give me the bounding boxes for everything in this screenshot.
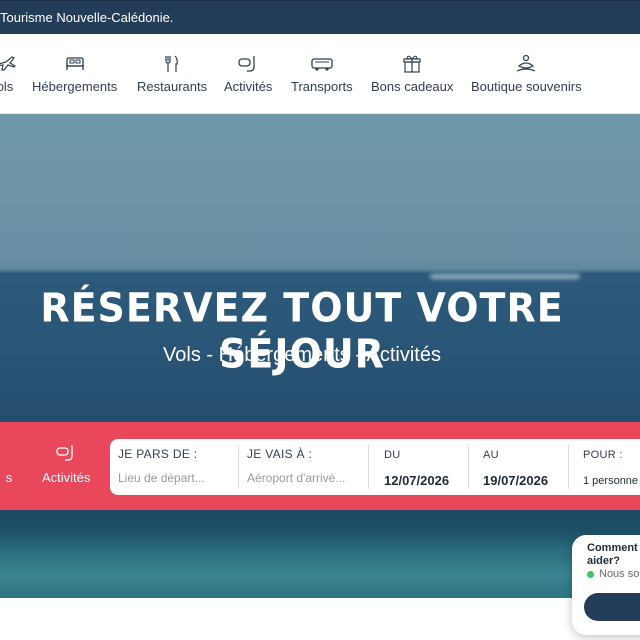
cutlery-icon xyxy=(165,55,178,72)
top-bar: Tourisme Nouvelle-Calédonie. xyxy=(0,0,640,34)
field-divider xyxy=(468,445,469,489)
chat-status: Nous so xyxy=(587,568,639,580)
field-divider xyxy=(238,445,239,489)
pax-select[interactable]: POUR : 1 personne › xyxy=(583,439,640,495)
nav-item-bons-cadeaux[interactable]: Bons cadeaux xyxy=(371,54,453,96)
chat-open-button[interactable] xyxy=(584,593,640,621)
date-to-value: 19/07/2026 xyxy=(483,473,549,488)
departure-input[interactable] xyxy=(118,471,230,485)
date-from-value: 12/07/2026 xyxy=(384,473,450,488)
bus-icon xyxy=(311,58,333,71)
nav-label: ols xyxy=(0,79,14,94)
field-label: JE PARS DE : xyxy=(118,447,198,461)
nav-label: Hébergements xyxy=(32,79,118,94)
nav-item-boutique-souvenirs[interactable]: Boutique souvenirs xyxy=(471,54,582,96)
field-label: DU xyxy=(384,449,401,461)
arrival-input[interactable] xyxy=(247,471,359,485)
nav-item-activites[interactable]: Activités xyxy=(224,54,272,96)
search-tab-label: Activités xyxy=(42,470,91,485)
date-to-field[interactable]: AU 19/07/2026 xyxy=(483,439,573,495)
main-nav: ols Hébergements Restaurants Activités T… xyxy=(0,34,640,114)
chat-title: Comment aider? xyxy=(587,542,638,567)
chat-status-text: Nous so xyxy=(599,568,640,580)
chat-widget[interactable]: Comment aider? Nous so xyxy=(572,535,640,635)
field-label: POUR : xyxy=(583,449,623,461)
plane-icon xyxy=(0,56,16,71)
field-divider xyxy=(568,445,569,489)
field-label: JE VAIS À : xyxy=(247,447,313,461)
nav-label: Restaurants xyxy=(137,79,208,94)
date-from-field[interactable]: DU 12/07/2026 xyxy=(384,439,474,495)
field-from: JE PARS DE : xyxy=(118,439,238,495)
pax-value: 1 personne › xyxy=(583,475,640,487)
nav-label: Activités xyxy=(224,79,273,94)
top-bar-text: Tourisme Nouvelle-Calédonie. xyxy=(0,10,174,25)
search-tab-label: s xyxy=(5,470,13,485)
nav-item-vols[interactable]: ols xyxy=(0,54,16,96)
online-dot-icon xyxy=(587,570,594,578)
snorkel-icon xyxy=(238,56,255,72)
nav-item-hebergements[interactable]: Hébergements xyxy=(32,54,117,96)
souvenir-icon xyxy=(517,54,536,72)
hero-subtitle: Vols - Hébergements - Activités xyxy=(163,344,441,366)
search-tab-activites[interactable]: Activités xyxy=(42,444,90,485)
nav-label: Bons cadeaux xyxy=(371,79,454,94)
nav-item-restaurants[interactable]: Restaurants xyxy=(137,54,207,96)
nav-item-transports[interactable]: Transports xyxy=(291,54,353,96)
hero-banner: RÉSERVEZ TOUT VOTRE SÉJOUR Vols - Héberg… xyxy=(0,114,640,598)
nav-label: Boutique souvenirs xyxy=(471,79,582,94)
field-label: AU xyxy=(483,449,499,461)
search-tab-previous[interactable]: s xyxy=(0,444,20,485)
bed-icon xyxy=(65,57,84,70)
field-divider xyxy=(368,445,369,489)
field-to: JE VAIS À : xyxy=(247,439,367,495)
search-form: JE PARS DE : JE VAIS À : DU 12/07/2026 A… xyxy=(110,439,640,495)
hero-wave-decoration xyxy=(430,274,580,279)
nav-label: Transports xyxy=(291,79,353,94)
gift-icon xyxy=(403,55,421,73)
snorkel-icon xyxy=(56,445,73,461)
